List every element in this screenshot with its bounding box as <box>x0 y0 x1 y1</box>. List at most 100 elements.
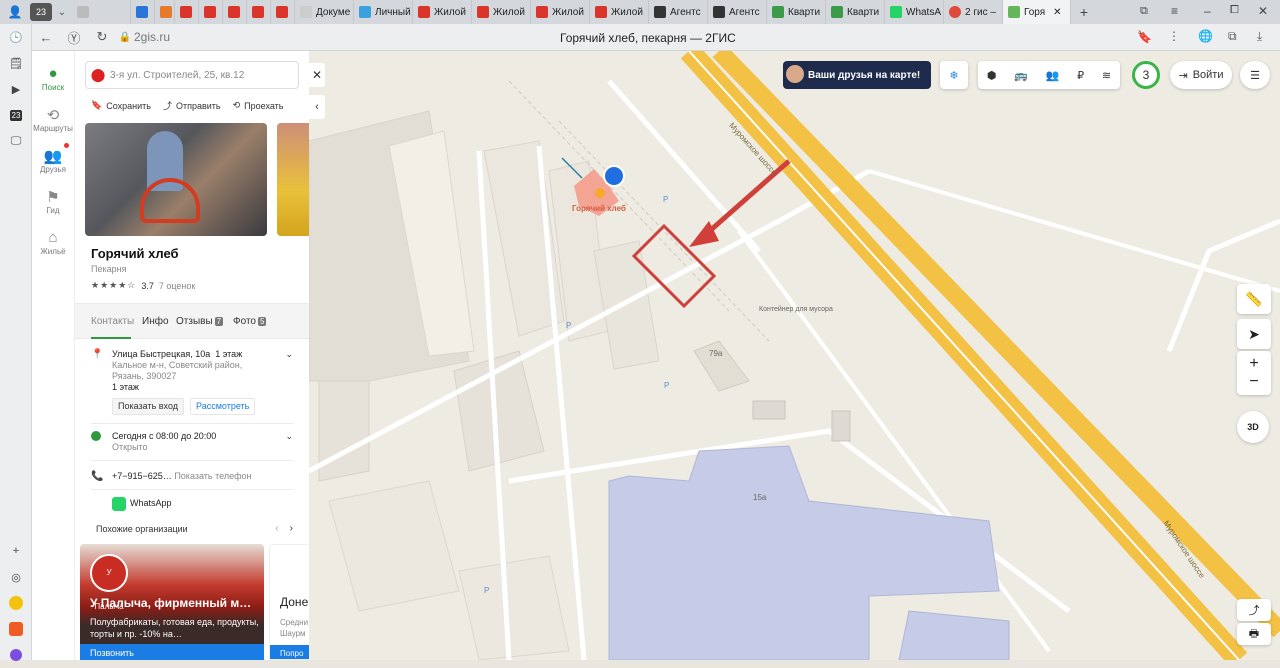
tab-icon-only-3[interactable] <box>155 0 175 24</box>
tab-list-chevron-icon[interactable]: ⌄ <box>52 7 72 18</box>
map-canvas[interactable]: Горячий хлеб Муромское шоссе Муромское ш… <box>309 51 1280 660</box>
tab-7[interactable]: Агентс <box>649 0 708 24</box>
3d-toggle-button[interactable]: 3D <box>1237 411 1269 443</box>
ruler-icon[interactable]: 📏 <box>1237 284 1271 314</box>
prev-arrow-icon[interactable]: ‹ <box>275 523 278 534</box>
menu-icon[interactable]: ≡ <box>1171 4 1178 18</box>
call-button[interactable]: Позвонить <box>80 644 264 660</box>
tab-reviews[interactable]: Отзывы 7 <box>176 316 224 327</box>
tab-5[interactable]: Жилой <box>531 0 590 24</box>
login-button[interactable]: ⇥ Войти <box>1170 61 1232 89</box>
search-box[interactable]: ⬤ 3-я ул. Строителей, 25, кв.12 <box>85 61 299 89</box>
tab-4[interactable]: Жилой <box>472 0 531 24</box>
nav-search[interactable]: ● Поиск <box>32 65 74 92</box>
alice-icon[interactable]: ◎ <box>0 564 32 590</box>
tab-icon-only-6[interactable] <box>223 0 247 24</box>
back-icon[interactable]: ← <box>32 30 60 45</box>
tab-12[interactable]: 2 гис – <box>944 0 1003 24</box>
tab-1[interactable]: Докуме <box>295 0 354 24</box>
similar-card-1[interactable]: У Палыча У Палыча, фирменный м… Полуфабр… <box>80 544 264 660</box>
tab-8[interactable]: Агентс <box>708 0 767 24</box>
view-button[interactable]: Рассмотреть <box>190 398 256 415</box>
ruble-icon[interactable]: ₽ <box>1077 69 1084 82</box>
collections-icon[interactable]: ⧉ <box>1228 29 1237 44</box>
friends-map-icon[interactable]: 👥 <box>1046 69 1060 82</box>
place-photo-1[interactable] <box>85 123 267 236</box>
tab-10[interactable]: Кварти <box>826 0 885 24</box>
reload-icon[interactable]: ↻ <box>88 29 116 45</box>
rating[interactable]: ★★★★☆ 3.7 7 оценок <box>91 280 195 291</box>
globe-icon[interactable]: 🌐 <box>1198 29 1213 43</box>
route-button[interactable]: ⟲ Проехать <box>233 99 284 112</box>
nav-friends[interactable]: 👥 Друзья <box>32 143 74 174</box>
tab-6[interactable]: Жилой <box>590 0 649 24</box>
play-icon[interactable]: ▶ <box>0 76 32 102</box>
marker-label[interactable]: Горячий хлеб <box>572 204 626 213</box>
history-icon[interactable]: 🕒 <box>0 24 32 50</box>
nav-guide[interactable]: ⚑ Гид <box>32 188 74 215</box>
tab-icon-only-2[interactable] <box>131 0 155 24</box>
container-label[interactable]: Контейнер для мусора <box>759 305 839 314</box>
url-domain[interactable]: 2gis.ru <box>134 30 170 44</box>
app-orange-icon[interactable] <box>0 616 32 642</box>
hamburger-menu-icon[interactable]: ☰ <box>1240 61 1270 89</box>
download-icon[interactable]: ⤓ <box>1257 29 1262 44</box>
layers-icon[interactable]: ≋ <box>1102 69 1111 82</box>
tab-photos[interactable]: Фото 5 <box>233 316 267 327</box>
tab-3[interactable]: Жилой <box>413 0 472 24</box>
bookmark-icon[interactable]: 🔖 <box>1137 30 1152 44</box>
calendar-icon[interactable]: 23 <box>0 102 32 128</box>
more-icon[interactable]: ⋮ <box>1168 29 1180 43</box>
close-panel-button[interactable]: ✕ <box>309 63 325 87</box>
phone-number[interactable]: +7−915−625… <box>112 471 172 481</box>
new-tab-icon[interactable]: + <box>1071 4 1097 20</box>
notes-icon[interactable]: 🗒 <box>0 50 32 76</box>
similar-card-2[interactable]: Доне Средни Шаурм Попро <box>269 544 309 660</box>
snowflake-icon[interactable]: ❄ <box>940 61 968 89</box>
tab-icon-only-5[interactable] <box>199 0 223 24</box>
next-arrow-icon[interactable]: › <box>290 523 293 534</box>
tab-icon-only-7[interactable] <box>247 0 271 24</box>
tab-info[interactable]: Инфо <box>142 316 169 327</box>
bus-icon[interactable]: 🚌 <box>1014 69 1028 82</box>
tab-active[interactable]: Горя ✕ <box>1003 0 1071 24</box>
maximize-icon[interactable]: ⧠ <box>1230 4 1239 17</box>
screen-icon[interactable]: 🖵 <box>0 128 32 154</box>
locate-me-icon[interactable]: ➤ <box>1237 319 1271 349</box>
tab-counter[interactable]: 23 <box>30 3 52 21</box>
app-yellow-icon[interactable] <box>0 590 32 616</box>
search-input[interactable]: 3-я ул. Строителей, 25, кв.12 <box>110 70 244 81</box>
tab-contacts[interactable]: Контакты <box>91 316 134 327</box>
window-tab-icon[interactable]: ⧉ <box>1140 5 1148 18</box>
show-phone-link[interactable]: Показать телефон <box>174 471 251 481</box>
close-tab-icon[interactable]: ✕ <box>1053 7 1061 18</box>
collapse-panel-button[interactable]: ‹ <box>309 95 325 119</box>
address-line1[interactable]: Улица Быстрецкая, 10а <box>112 349 210 359</box>
save-button[interactable]: 🔖 Сохранить <box>91 99 151 112</box>
print-icon[interactable]: 🖶 <box>1237 623 1271 645</box>
show-entrance-button[interactable]: Показать вход <box>112 398 184 415</box>
tab-icon-only-4[interactable] <box>175 0 199 24</box>
traffic-score[interactable]: 3 <box>1132 61 1160 89</box>
app-purple-icon[interactable] <box>0 642 32 668</box>
zoom-out-button[interactable]: − <box>1249 373 1258 391</box>
friends-promo-banner[interactable]: Ваши друзья на карте! <box>783 61 931 89</box>
transport-icon[interactable]: ⬢ <box>987 69 997 82</box>
tab-icon-only-8[interactable] <box>271 0 295 24</box>
address-expand-chevron-icon[interactable]: ⌄ <box>285 349 293 360</box>
share-map-icon[interactable]: ⤴ <box>1237 599 1271 621</box>
zoom-in-button[interactable]: + <box>1249 355 1258 373</box>
tab-9[interactable]: Кварти <box>767 0 826 24</box>
tab-icon-only-1[interactable] <box>72 0 131 24</box>
tab-11[interactable]: WhatsA <box>885 0 944 24</box>
place-photo-2[interactable] <box>277 123 309 236</box>
tab-2[interactable]: Личный <box>354 0 413 24</box>
minimize-icon[interactable]: – <box>1204 4 1211 18</box>
hours-expand-chevron-icon[interactable]: ⌄ <box>285 431 293 442</box>
profile-icon[interactable]: 👤 <box>0 5 30 19</box>
close-window-icon[interactable]: ✕ <box>1258 4 1268 18</box>
card2-button[interactable]: Попро <box>270 645 309 659</box>
yandex-icon[interactable]: Ⓨ <box>60 28 88 47</box>
share-button[interactable]: ⤴ Отправить <box>163 99 221 112</box>
nav-housing[interactable]: ⌂ Жильё <box>32 229 74 256</box>
